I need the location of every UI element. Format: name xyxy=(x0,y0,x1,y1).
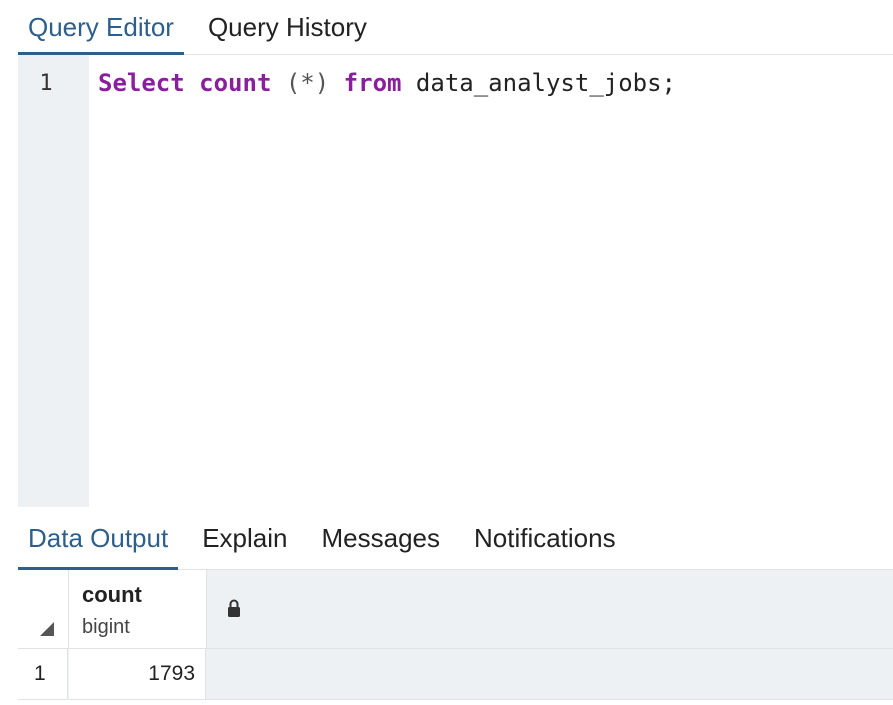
row-number[interactable]: 1 xyxy=(18,649,68,699)
tab-messages[interactable]: Messages xyxy=(311,508,450,569)
keyword-from: from xyxy=(343,69,402,97)
tab-query-history[interactable]: Query History xyxy=(198,0,377,54)
corner-triangle-icon xyxy=(40,622,54,636)
output-tab-bar: Data Output Explain Messages Notificatio… xyxy=(18,508,893,570)
column-header-count[interactable]: count bigint xyxy=(69,570,240,648)
select-all-corner[interactable] xyxy=(18,570,69,648)
tab-notifications[interactable]: Notifications xyxy=(464,508,626,569)
tab-data-output[interactable]: Data Output xyxy=(18,508,179,570)
column-type: bigint xyxy=(82,616,130,638)
table-identifier: data_analyst_jobs; xyxy=(415,69,677,97)
code-line[interactable]: Select count (*) from data_analyst_jobs; xyxy=(98,69,676,97)
sql-editor[interactable]: 1 Select count (*) from data_analyst_job… xyxy=(18,55,893,507)
data-output-grid: count bigint 1 1793 xyxy=(18,570,893,705)
table-row[interactable]: 1 1793 xyxy=(18,649,893,700)
keyword-select: Select xyxy=(98,69,185,97)
cell-count[interactable]: 1793 xyxy=(69,649,206,699)
column-name: count xyxy=(82,582,142,607)
grid-header: count bigint xyxy=(18,570,893,649)
keyword-count: count xyxy=(199,69,272,97)
tab-query-editor[interactable]: Query Editor xyxy=(18,0,184,55)
tab-explain[interactable]: Explain xyxy=(192,508,297,569)
operator-star: (*) xyxy=(285,69,330,97)
line-number: 1 xyxy=(39,71,53,96)
line-number-gutter: 1 xyxy=(18,55,89,507)
lock-icon xyxy=(228,599,240,617)
editor-tab-bar: Query Editor Query History xyxy=(18,0,893,55)
